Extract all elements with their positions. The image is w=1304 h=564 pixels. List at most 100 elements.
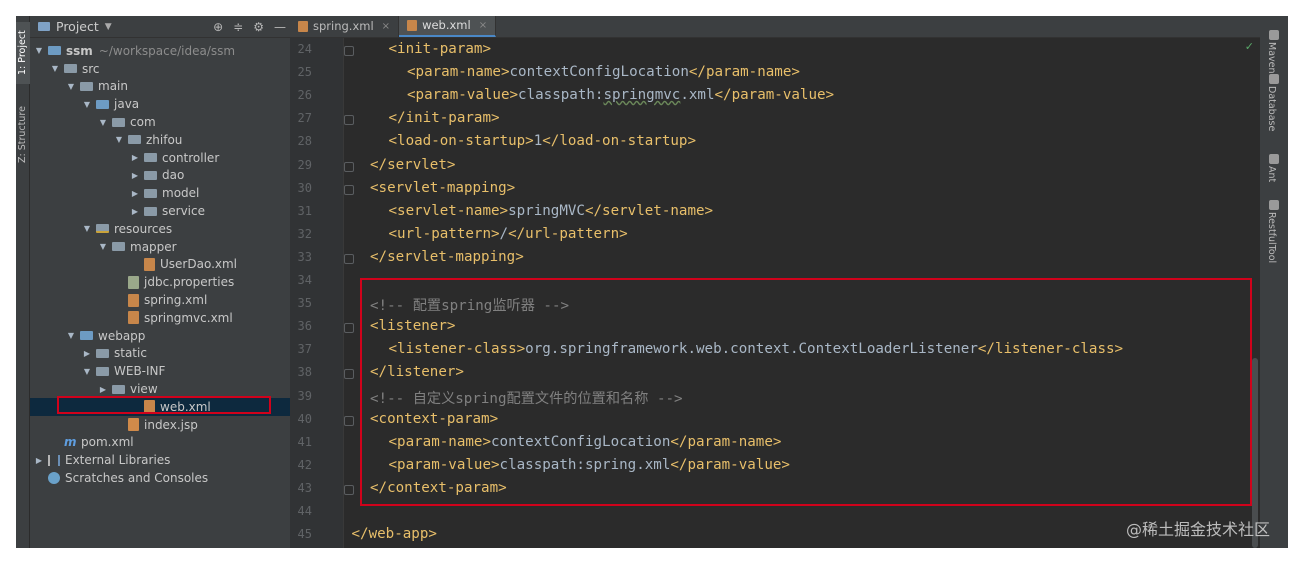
folder-icon bbox=[64, 64, 77, 74]
tree-item-label: com bbox=[130, 115, 156, 130]
source-folder-icon bbox=[96, 99, 109, 109]
tree-item-model[interactable]: ▶ model bbox=[30, 184, 290, 202]
tree-item-main[interactable]: ▼ main bbox=[30, 78, 290, 96]
tool-tab-database[interactable]: Database bbox=[1266, 86, 1277, 131]
tree-item-external-libraries[interactable]: ▶ External Libraries bbox=[30, 451, 290, 469]
code-line[interactable]: </web-app> bbox=[352, 526, 437, 542]
fold-marker-icon[interactable] bbox=[344, 369, 354, 380]
xml-tag: </load-on-startup> bbox=[542, 133, 697, 150]
tree-item-web-inf[interactable]: ▼ WEB-INF bbox=[30, 362, 290, 380]
tree-item-index-jsp[interactable]: index.jsp bbox=[30, 416, 290, 434]
project-view-icon bbox=[38, 22, 50, 31]
xml-tag: <servlet-mapping> bbox=[370, 179, 516, 196]
tab-web-xml[interactable]: web.xml × bbox=[399, 16, 497, 37]
chevron-right-icon[interactable]: ▶ bbox=[130, 189, 140, 198]
chevron-right-icon[interactable]: ▶ bbox=[130, 207, 140, 216]
chevron-down-icon[interactable]: ▼ bbox=[114, 135, 124, 144]
code-line[interactable]: <load-on-startup>1</load-on-startup> bbox=[389, 133, 697, 149]
tree-item-spring-xml[interactable]: spring.xml bbox=[30, 291, 290, 309]
xml-text: contextConfigLocation bbox=[509, 64, 689, 81]
chevron-down-icon[interactable]: ▼ bbox=[66, 331, 76, 340]
tree-item-label: java bbox=[114, 97, 140, 112]
tree-item-springmvc-xml[interactable]: springmvc.xml bbox=[30, 309, 290, 327]
code-line[interactable]: </servlet-mapping> bbox=[370, 249, 524, 265]
tree-item-service[interactable]: ▶ service bbox=[30, 202, 290, 220]
chevron-down-icon[interactable]: ▼ bbox=[82, 224, 92, 233]
restful-tool-icon bbox=[1269, 200, 1279, 210]
code-line[interactable]: <param-name>contextConfigLocation</param… bbox=[407, 64, 800, 80]
project-path: ~/workspace/idea/ssm bbox=[98, 43, 236, 58]
xml-tag: <init-param> bbox=[388, 41, 492, 57]
xml-file-icon bbox=[128, 311, 139, 325]
chevron-down-icon[interactable]: ▼ bbox=[66, 82, 76, 91]
tree-item-controller[interactable]: ▶ controller bbox=[30, 149, 290, 167]
tool-tab-maven[interactable]: Maven bbox=[1266, 42, 1277, 74]
tree-item-label: src bbox=[82, 61, 100, 76]
tree-item-ssm[interactable]: ▼ ssm ~/workspace/idea/ssm bbox=[30, 42, 290, 60]
code-line[interactable]: <init-param> bbox=[389, 41, 492, 57]
chevron-right-icon[interactable]: ▶ bbox=[82, 349, 92, 358]
xml-tag: <load-on-startup> bbox=[388, 133, 534, 150]
code-line[interactable]: </servlet> bbox=[370, 157, 455, 173]
chevron-down-icon[interactable]: ▼ bbox=[34, 46, 44, 55]
tree-item-userdao-xml[interactable]: UserDao.xml bbox=[30, 256, 290, 274]
close-icon[interactable]: × bbox=[382, 21, 390, 32]
chevron-down-icon[interactable]: ▼ bbox=[50, 64, 60, 73]
tree-item-resources[interactable]: ▼ resources bbox=[30, 220, 290, 238]
tool-tab-restfultool[interactable]: RestfulTool bbox=[1266, 212, 1277, 263]
code-line[interactable]: <url-pattern>/</url-pattern> bbox=[389, 226, 628, 242]
project-tool-tab[interactable]: 1: Project bbox=[16, 22, 30, 84]
tree-item-com[interactable]: ▼ com bbox=[30, 113, 290, 131]
editor-scrollbar[interactable] bbox=[1250, 38, 1260, 548]
chevron-right-icon[interactable]: ▶ bbox=[130, 171, 140, 180]
tree-item-scratches-and-consoles[interactable]: Scratches and Consoles bbox=[30, 469, 290, 487]
chevron-down-icon[interactable]: ▼ bbox=[82, 100, 92, 109]
tree-item-zhifou[interactable]: ▼ zhifou bbox=[30, 131, 290, 149]
xml-file-icon bbox=[128, 293, 139, 307]
hide-icon[interactable]: — bbox=[274, 20, 286, 34]
tool-tab-ant[interactable]: Ant bbox=[1266, 166, 1277, 182]
tree-item-java[interactable]: ▼ java bbox=[30, 95, 290, 113]
fold-marker-icon[interactable] bbox=[344, 115, 354, 126]
tree-item-label: webapp bbox=[98, 328, 146, 343]
fold-marker-icon[interactable] bbox=[344, 323, 354, 334]
collapse-all-icon[interactable]: ≑ bbox=[233, 20, 243, 34]
structure-tool-tab[interactable]: Z: Structure bbox=[16, 100, 30, 170]
xml-tag: <param-name> bbox=[407, 64, 510, 81]
tree-item-dao[interactable]: ▶ dao bbox=[30, 167, 290, 185]
chevron-right-icon[interactable]: ▶ bbox=[130, 153, 140, 162]
fold-marker-icon[interactable] bbox=[344, 484, 354, 495]
fold-marker-icon[interactable] bbox=[344, 184, 354, 195]
code-line[interactable]: <param-value>classpath:springmvc.xml</pa… bbox=[407, 87, 834, 103]
xml-text: / bbox=[499, 225, 509, 242]
locate-icon[interactable]: ⊕ bbox=[213, 20, 223, 34]
fold-marker-icon[interactable] bbox=[344, 161, 354, 172]
xml-text: springMVC bbox=[508, 202, 585, 219]
tree-item-pom-xml[interactable]: m pom.xml bbox=[30, 434, 290, 452]
chevron-right-icon[interactable]: ▶ bbox=[98, 385, 108, 394]
tree-item-webapp[interactable]: ▼ webapp bbox=[30, 327, 290, 345]
chevron-down-icon[interactable]: ▼ bbox=[82, 367, 92, 376]
project-panel-title[interactable]: Project bbox=[56, 19, 99, 34]
chevron-down-icon[interactable]: ▼ bbox=[105, 22, 112, 32]
tree-item-label: service bbox=[162, 204, 205, 219]
gear-icon[interactable]: ⚙ bbox=[253, 20, 264, 34]
tree-item-mapper[interactable]: ▼ mapper bbox=[30, 238, 290, 256]
tab-spring-xml[interactable]: spring.xml × bbox=[290, 16, 400, 37]
tree-item-jdbc-properties[interactable]: jdbc.properties bbox=[30, 273, 290, 291]
jsp-file-icon bbox=[128, 418, 139, 432]
tree-item-src[interactable]: ▼ src bbox=[30, 60, 290, 78]
code-line[interactable]: <servlet-mapping> bbox=[370, 180, 515, 196]
chevron-down-icon[interactable]: ▼ bbox=[98, 242, 108, 251]
code-line[interactable]: <servlet-name>springMVC</servlet-name> bbox=[389, 203, 714, 219]
fold-marker-icon[interactable] bbox=[344, 253, 354, 264]
tree-item-label: WEB-INF bbox=[114, 364, 166, 379]
right-tool-strip: Maven Database Ant RestfulTool bbox=[1260, 16, 1288, 548]
fold-marker-icon[interactable] bbox=[344, 46, 354, 56]
close-icon[interactable]: × bbox=[479, 20, 487, 31]
tree-item-static[interactable]: ▶ static bbox=[30, 345, 290, 363]
fold-marker-icon[interactable] bbox=[344, 415, 354, 426]
chevron-right-icon[interactable]: ▶ bbox=[34, 456, 44, 465]
code-line[interactable]: </init-param> bbox=[389, 110, 500, 126]
chevron-down-icon[interactable]: ▼ bbox=[98, 118, 108, 127]
